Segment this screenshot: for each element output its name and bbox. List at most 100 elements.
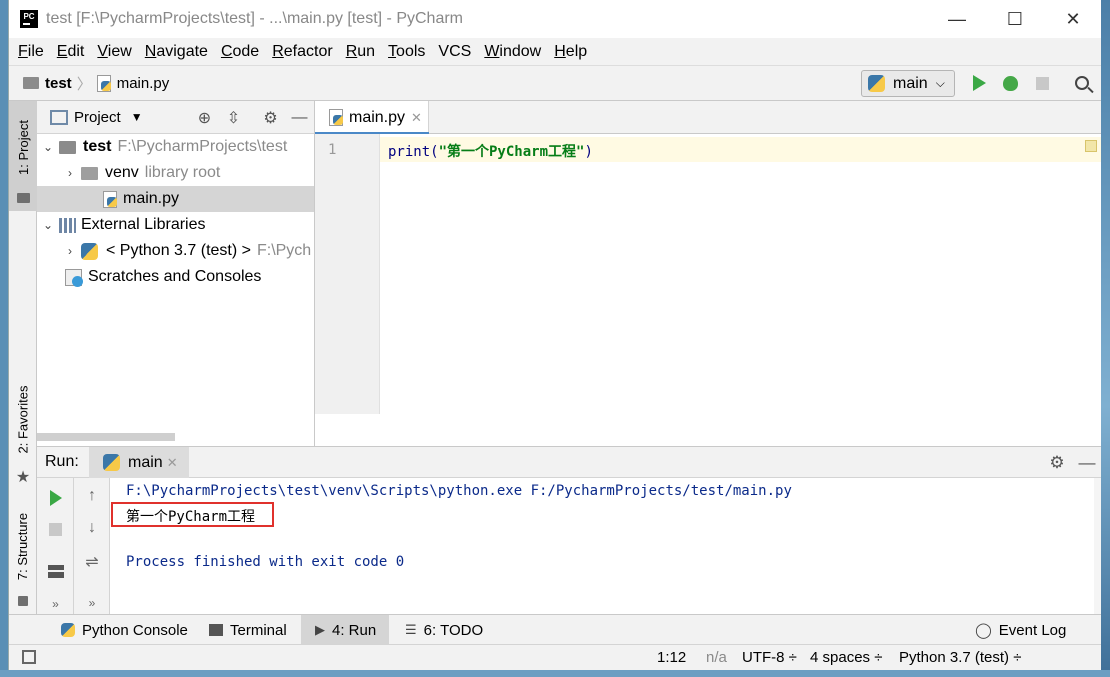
hide-panel-icon[interactable]: — — [285, 109, 314, 127]
menu-code[interactable]: Code — [221, 43, 259, 61]
close-button[interactable]: ✕ — [1044, 0, 1101, 38]
minimize-button[interactable]: — — [928, 0, 986, 38]
rerun-button[interactable] — [37, 484, 74, 512]
code-editor[interactable]: 1 print("第一个PyCharm工程") — [315, 134, 1101, 446]
tree-item-scratches[interactable]: Scratches and Consoles — [37, 264, 314, 290]
line-number: 1 — [328, 142, 337, 158]
tab-terminal[interactable]: Terminal — [201, 615, 295, 645]
menu-run[interactable]: Run — [346, 43, 375, 61]
menu-edit[interactable]: Edit — [57, 43, 85, 61]
stop-run-button[interactable] — [37, 515, 74, 543]
play-icon — [972, 75, 986, 91]
bug-icon — [1002, 75, 1018, 91]
menu-tools[interactable]: Tools — [388, 43, 425, 61]
chevron-down-icon: ⌵ — [935, 76, 945, 90]
pycharm-logo-icon: PC — [18, 8, 40, 30]
console-command-line: F:\PycharmProjects\test\venv\Scripts\pyt… — [126, 483, 792, 499]
menu-refactor[interactable]: Refactor — [272, 43, 332, 61]
python-icon — [103, 454, 120, 471]
python-icon — [81, 242, 98, 260]
horizontal-scrollbar[interactable] — [37, 433, 175, 441]
tree-item-python-sdk[interactable]: › < Python 3.7 (test) > F:\Pych — [37, 238, 314, 264]
run-console[interactable]: F:\PycharmProjects\test\venv\Scripts\pyt… — [110, 478, 1101, 614]
vertical-scrollbar[interactable] — [1094, 478, 1101, 614]
close-icon[interactable]: ✕ — [411, 110, 422, 126]
tab-project[interactable]: 1: Project — [9, 101, 37, 211]
breadcrumb-file[interactable]: main.py — [117, 75, 170, 92]
tab-main-py[interactable]: main.py ✕ — [315, 101, 429, 135]
menu-help[interactable]: Help — [554, 43, 587, 61]
more-actions-button[interactable]: » — [74, 589, 110, 617]
menu-window[interactable]: Window — [484, 43, 541, 61]
close-icon[interactable]: ✕ — [167, 455, 178, 471]
project-view-select[interactable]: Project — [74, 109, 121, 126]
chevron-down-icon[interactable]: ⌄ — [37, 218, 59, 232]
console-output-line: 第一个PyCharm工程 — [126, 509, 256, 525]
code-line[interactable]: print("第一个PyCharm工程") — [388, 141, 593, 161]
folder-icon — [23, 77, 39, 89]
stop-icon — [1035, 76, 1049, 90]
menu-view[interactable]: View — [97, 43, 131, 61]
cursor-position[interactable]: 1:12 — [657, 649, 686, 666]
tab-python-console[interactable]: Python Console — [53, 615, 196, 645]
desktop-background-bottom — [0, 670, 1110, 677]
inspection-marker-icon[interactable] — [1085, 140, 1097, 152]
python-file-icon — [103, 190, 118, 208]
soft-wrap-icon[interactable]: ⇌ — [74, 548, 110, 576]
event-log-icon: ◯ — [975, 622, 992, 639]
collapse-all-icon[interactable]: ⇳ — [219, 108, 248, 128]
run-panel-header: Run: main ✕ ⚙ — — [37, 446, 1101, 478]
layout-icon — [47, 564, 64, 578]
stop-button[interactable] — [1032, 73, 1052, 93]
tab-todo[interactable]: ☰ 6: TODO — [397, 615, 491, 645]
list-icon: ☰ — [405, 622, 417, 637]
folder-icon — [59, 140, 76, 154]
menu-navigate[interactable]: Navigate — [145, 43, 208, 61]
window-title: test [F:\PycharmProjects\test] - ...\mai… — [46, 10, 463, 27]
chevron-down-icon[interactable]: ⌄ — [37, 140, 59, 154]
tab-run[interactable]: ▶ 4: Run — [301, 615, 389, 645]
tree-item-main-py[interactable]: main.py — [37, 186, 314, 212]
locate-file-icon[interactable]: ⊕ — [190, 108, 219, 128]
tab-favorites[interactable]: 2: Favorites ★ — [9, 381, 37, 485]
menu-vcs[interactable]: VCS — [438, 43, 471, 61]
dropdown-arrow-icon[interactable]: ▼ — [131, 110, 143, 124]
hide-panel-icon[interactable]: — — [1072, 453, 1101, 473]
arrow-down-icon[interactable]: ↓ — [74, 514, 110, 542]
bottom-tool-tabs: Python Console Terminal ▶ 4: Run ☰ 6: TO… — [9, 614, 1101, 645]
play-icon — [49, 490, 62, 506]
chevron-right-icon[interactable]: › — [59, 166, 81, 180]
title-bar[interactable]: PC test [F:\PycharmProjects\test] - ...\… — [9, 0, 1101, 38]
breadcrumb-project[interactable]: test — [45, 75, 72, 92]
tree-item-external-libraries[interactable]: ⌄ External Libraries — [37, 212, 314, 238]
search-everywhere-button[interactable] — [1072, 73, 1092, 93]
line-gutter: 1 — [315, 134, 380, 414]
status-bar: 1:12 n/a UTF-8 ÷ 4 spaces ÷ Python 3.7 (… — [9, 644, 1101, 670]
run-configuration-select[interactable]: main ⌵ — [861, 70, 955, 97]
arrow-up-icon[interactable]: ↑ — [74, 482, 110, 510]
tree-item-test[interactable]: ⌄ test F:\PycharmProjects\test — [37, 134, 314, 160]
python-interpreter[interactable]: Python 3.7 (test) ÷ — [899, 649, 1021, 666]
python-file-icon — [96, 74, 112, 92]
pycharm-window: PC test [F:\PycharmProjects\test] - ...\… — [8, 0, 1101, 670]
python-icon — [868, 75, 885, 92]
maximize-button[interactable]: ☐ — [986, 0, 1044, 38]
chevron-right-icon[interactable]: › — [59, 244, 81, 258]
tab-structure[interactable]: 7: Structure — [9, 501, 37, 606]
python-console-icon — [61, 623, 75, 637]
debug-button[interactable] — [1000, 73, 1020, 93]
file-encoding[interactable]: UTF-8 ÷ — [742, 649, 797, 666]
indent-setting[interactable]: 4 spaces ÷ — [810, 649, 882, 666]
editor-tab-bar: main.py ✕ — [315, 101, 1101, 135]
project-view-icon — [50, 109, 68, 125]
menu-file[interactable]: File — [18, 43, 44, 61]
toggle-tool-windows-icon[interactable] — [22, 650, 36, 664]
run-toolbar-secondary: ↑ ↓ ⇌ » — [74, 478, 110, 614]
gear-icon[interactable]: ⚙ — [1042, 453, 1072, 473]
tree-item-venv[interactable]: › venv library root — [37, 160, 314, 186]
run-tab-main[interactable]: main ✕ — [89, 447, 189, 478]
run-button[interactable] — [969, 73, 989, 93]
gear-icon[interactable]: ⚙ — [256, 108, 285, 128]
tab-event-log[interactable]: ◯ Event Log — [967, 615, 1074, 645]
restore-layout-button[interactable] — [37, 557, 74, 585]
